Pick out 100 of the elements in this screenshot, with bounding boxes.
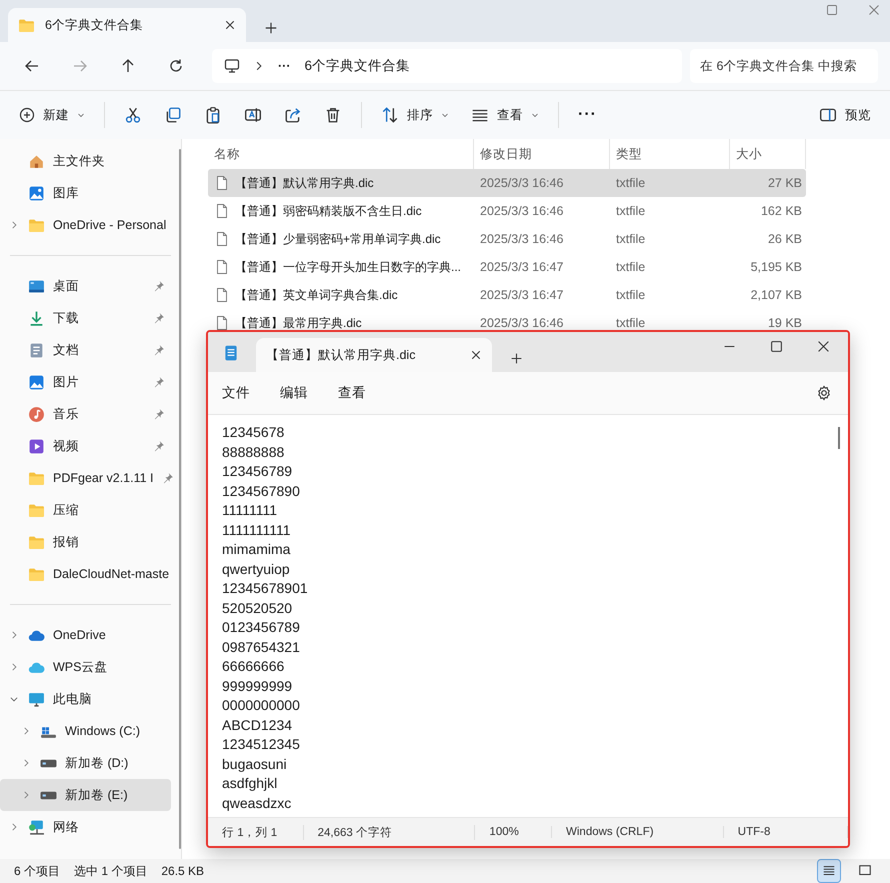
folder-icon — [28, 216, 45, 234]
share-icon — [284, 106, 302, 124]
download-icon — [28, 310, 45, 326]
sidebar-item[interactable]: 桌面 — [0, 270, 171, 302]
text-line: 1111111111 — [222, 520, 292, 540]
text-line: 1234512345 — [222, 735, 301, 754]
monitor-icon — [224, 58, 240, 74]
breadcrumb-overflow[interactable]: ··· — [278, 59, 290, 73]
sidebar-item[interactable]: 视频 — [0, 430, 171, 462]
sidebar-item[interactable]: Windows (C:) — [0, 715, 171, 747]
monitor-icon — [28, 690, 45, 708]
sidebar-item[interactable]: WPS云盘 — [0, 651, 171, 683]
plus-icon — [510, 352, 523, 365]
text-line: qweasdzxc — [222, 794, 292, 813]
folder-icon — [18, 16, 35, 34]
forward-arrow-icon — [72, 58, 88, 74]
sidebar-item[interactable]: PDFgear v2.1.11 I — [0, 462, 171, 494]
selection-size: 26.5 KB — [161, 864, 204, 878]
file-row[interactable]: 【普通】默认常用字典.dic 2025/3/3 16:46 txtfile 27 KB — [208, 169, 806, 197]
up-arrow-icon — [120, 58, 136, 74]
file-row[interactable]: 【普通】弱密码精装版不含生日.dic 2025/3/3 16:46 txtfile 162 KB — [208, 197, 806, 225]
scissors-icon — [124, 106, 142, 124]
text-line: 11111111 — [222, 501, 278, 520]
text-line: 123456789 — [222, 462, 294, 481]
item-count: 6 个项目 — [14, 862, 60, 880]
close-icon — [868, 4, 880, 16]
text-line: 12345678901 — [222, 579, 309, 598]
search-field[interactable]: 在 6个字典文件合集 中搜索 — [690, 49, 878, 83]
preview-button[interactable]: 预览 — [810, 100, 880, 130]
file-row[interactable]: 【普通】最常用字典.dic 2025/3/3 16:46 txtfile 19 KB — [208, 309, 806, 337]
file-icon — [214, 231, 230, 247]
scrollbar[interactable] — [838, 427, 840, 449]
file-icon — [214, 203, 230, 219]
settings-icon — [816, 385, 832, 401]
address-bar[interactable]: ··· 6个字典文件合集 — [212, 49, 682, 83]
document-tab[interactable]: 【普通】默认常用字典.dic — [256, 338, 492, 372]
status-item: 行 1，列 1 — [208, 824, 304, 840]
video-icon — [28, 438, 45, 454]
file-icon — [214, 287, 230, 303]
tab-title: 【普通】默认常用字典.dic — [266, 346, 416, 364]
file-name: 【普通】少量弱密码+常用单词字典.dic — [235, 230, 441, 248]
sidebar-item[interactable]: 音乐 — [0, 398, 171, 430]
back-arrow-icon — [24, 58, 40, 74]
file-icon — [214, 259, 230, 275]
file-row[interactable]: 【普通】英文单词字典合集.dic 2025/3/3 16:47 txtfile 2,107 KB — [208, 281, 806, 309]
sort-icon — [381, 106, 399, 124]
panel-icon — [819, 106, 837, 124]
sidebar-item[interactable]: 新加卷 (E:) — [0, 779, 171, 811]
new-button[interactable]: 新建 — [10, 100, 94, 130]
status-item: 100% — [475, 826, 552, 838]
status-item: UTF-8 — [724, 826, 848, 838]
menu-item[interactable]: 查看 — [336, 378, 376, 408]
menu-item[interactable]: 编辑 — [278, 378, 318, 408]
sidebar-item[interactable]: 报销 — [0, 526, 171, 558]
network-icon — [28, 818, 45, 836]
plus-icon — [264, 21, 278, 35]
view-button[interactable]: 查看 — [462, 100, 548, 130]
sidebar-item[interactable]: 网络 — [0, 811, 171, 843]
file-icon — [214, 175, 230, 191]
caret-icon — [441, 111, 449, 119]
sidebar-item[interactable]: 新加卷 (D:) — [0, 747, 171, 779]
sidebar-item[interactable]: 文档 — [0, 334, 171, 366]
text-line: 66666666 — [222, 657, 286, 676]
text-line: asdfghjkl — [222, 774, 278, 793]
sidebar-item[interactable]: 此电脑 — [0, 683, 171, 715]
sidebar-item[interactable]: DaleCloudNet-maste — [0, 558, 171, 590]
sidebar-item[interactable]: 图片 — [0, 366, 171, 398]
text-line: 0123456789 — [222, 618, 301, 637]
folder-icon — [28, 566, 45, 582]
file-name: 【普通】英文单词字典合集.dic — [235, 286, 398, 304]
clipboard-icon — [204, 106, 222, 124]
status-item: 24,663 个字符 — [304, 824, 476, 840]
text-line: 12345678 — [222, 423, 286, 442]
scrollbar[interactable] — [179, 149, 181, 849]
sidebar-item[interactable]: 压缩 — [0, 494, 171, 526]
file-row[interactable]: 【普通】一位字母开头加生日数字的字典... 2025/3/3 16:47 txtfile 5,195 KB — [208, 253, 806, 281]
music-note-icon — [28, 406, 45, 422]
sidebar-item[interactable]: 主文件夹 — [0, 145, 171, 177]
close-icon — [470, 349, 482, 361]
details-view-button[interactable] — [818, 860, 840, 882]
text-line: mimamima — [222, 540, 292, 559]
sidebar-item[interactable]: 图库 — [0, 177, 171, 209]
caret-icon — [77, 111, 85, 119]
sidebar-item[interactable]: OneDrive - Personal — [0, 209, 171, 241]
picture-icon — [28, 374, 45, 390]
status-item: Windows (CRLF) — [552, 826, 724, 838]
sort-button[interactable]: 排序 — [372, 100, 458, 130]
caret-icon — [531, 111, 539, 119]
more-button[interactable]: ··· — [569, 100, 606, 130]
file-name: 【普通】最常用字典.dic — [235, 314, 362, 332]
folder-icon — [28, 470, 45, 486]
trash-icon — [324, 106, 342, 124]
folder-icon — [28, 534, 45, 550]
window-tab[interactable]: 6个字典文件合集 — [8, 8, 246, 42]
sidebar-item[interactable]: 下载 — [0, 302, 171, 334]
sidebar-item[interactable]: OneDrive — [0, 619, 171, 651]
refresh-icon — [168, 58, 184, 74]
file-row[interactable]: 【普通】少量弱密码+常用单词字典.dic 2025/3/3 16:46 txtfile 26 KB — [208, 225, 806, 253]
menu-item[interactable]: 文件 — [220, 378, 260, 408]
breadcrumb-item[interactable]: 6个字典文件合集 — [304, 57, 410, 75]
